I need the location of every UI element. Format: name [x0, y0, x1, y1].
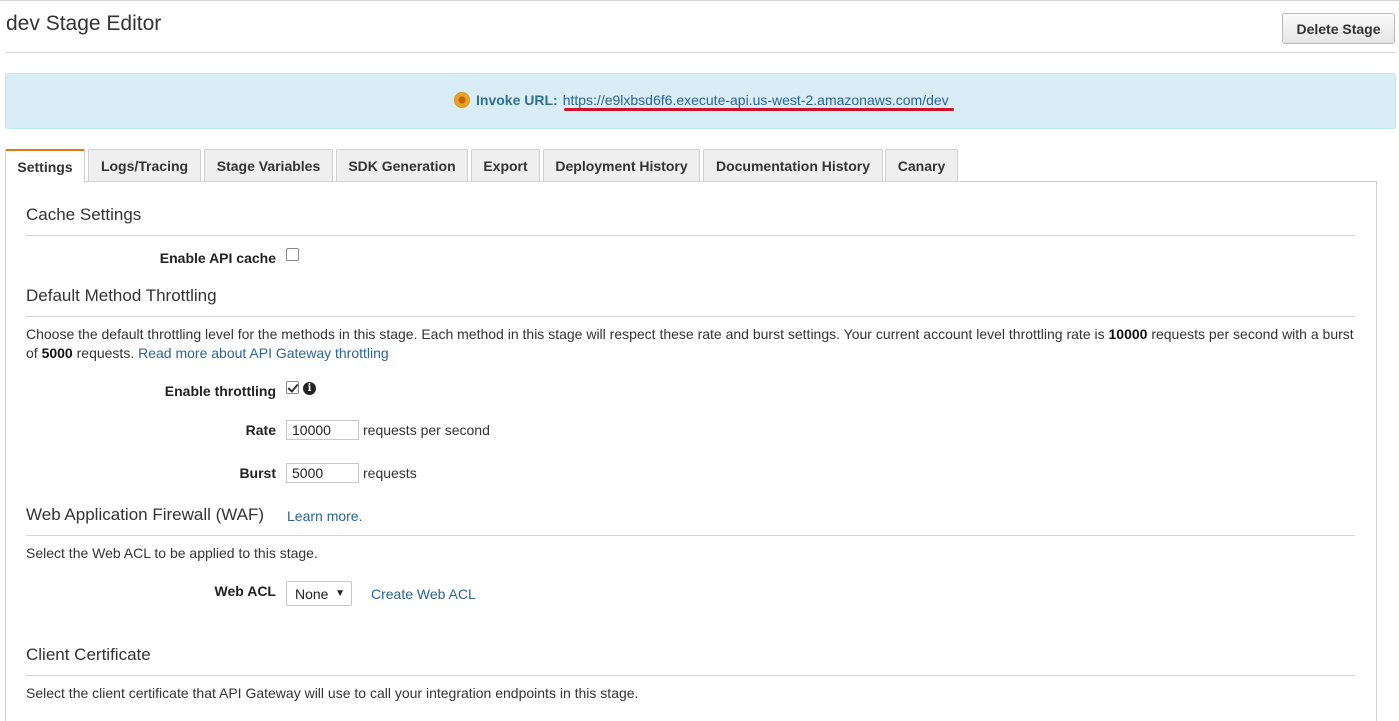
top-border: [0, 0, 1399, 1]
tab-documentation-history[interactable]: Documentation History: [703, 149, 883, 182]
title-divider: [6, 52, 1395, 53]
web-acl-selected-value: None: [295, 585, 329, 602]
throttling-description: Choose the default throttling level for …: [26, 325, 1366, 363]
client-cert-divider: [26, 675, 1355, 676]
client-certificate-title: Client Certificate: [26, 645, 151, 664]
burst-input[interactable]: [286, 463, 359, 483]
rate-unit: requests per second: [363, 422, 490, 438]
waf-learn-more-link[interactable]: Learn more.: [287, 508, 362, 524]
throttling-desc-text-1: Choose the default throttling level for …: [26, 326, 1109, 342]
account-rate-value: 10000: [1108, 326, 1148, 342]
status-dot-icon: [454, 92, 470, 108]
burst-unit: requests: [363, 465, 417, 481]
throttling-title: Default Method Throttling: [26, 286, 217, 305]
invoke-url-label: Invoke URL:: [476, 92, 558, 108]
rate-label: Rate: [245, 422, 276, 438]
chevron-down-icon: ▼: [335, 588, 345, 599]
tab-deployment-history[interactable]: Deployment History: [543, 149, 700, 182]
tab-settings[interactable]: Settings: [5, 149, 85, 183]
tab-logs-tracing[interactable]: Logs/Tracing: [88, 149, 201, 182]
throttling-divider: [26, 316, 1355, 317]
enable-throttling-checkbox[interactable]: [286, 381, 299, 394]
enable-api-cache-label: Enable API cache: [159, 250, 276, 266]
page-title: dev Stage Editor: [6, 12, 162, 35]
tab-sdk-generation[interactable]: SDK Generation: [336, 149, 468, 182]
cache-settings-title: Cache Settings: [26, 205, 142, 224]
enable-api-cache-checkbox[interactable]: [286, 248, 299, 261]
enable-throttling-label: Enable throttling: [164, 383, 276, 399]
burst-label: Burst: [239, 465, 276, 481]
tab-stage-variables[interactable]: Stage Variables: [204, 149, 333, 182]
invoke-url-banner: Invoke URL: https://e9lxbsd6f6.execute-a…: [5, 73, 1396, 129]
web-acl-label: Web ACL: [214, 583, 276, 599]
web-acl-select[interactable]: None ▼: [286, 581, 352, 606]
waf-description: Select the Web ACL to be applied to this…: [26, 545, 318, 561]
rate-input[interactable]: [286, 420, 359, 440]
tab-export[interactable]: Export: [471, 149, 540, 182]
throttling-read-more-link[interactable]: Read more about API Gateway throttling: [138, 345, 389, 361]
throttling-desc-text-3: requests.: [72, 345, 139, 361]
create-web-acl-link[interactable]: Create Web ACL: [371, 586, 476, 602]
cache-divider: [26, 235, 1355, 236]
waf-divider: [26, 535, 1355, 536]
invoke-url-link[interactable]: https://e9lxbsd6f6.execute-api.us-west-2…: [563, 92, 949, 108]
waf-title: Web Application Firewall (WAF): [26, 505, 265, 524]
delete-stage-button[interactable]: Delete Stage: [1282, 13, 1395, 44]
info-icon[interactable]: i: [303, 382, 316, 395]
tab-canary[interactable]: Canary: [885, 149, 958, 182]
account-burst-value: 5000: [41, 345, 73, 361]
client-cert-description: Select the client certificate that API G…: [26, 685, 639, 701]
red-underline-annotation: [564, 108, 954, 111]
